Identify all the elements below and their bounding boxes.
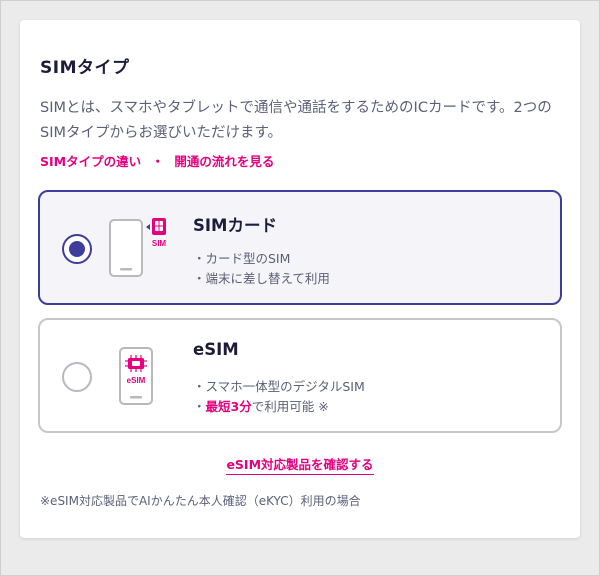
option-feature: ・スマホ一体型のデジタルSIM (193, 379, 365, 394)
esim-phone-icon: eSIM (119, 347, 153, 405)
sim-difference-link[interactable]: SIMタイプの違い (40, 154, 141, 169)
esim-icon-label: eSIM (127, 376, 146, 385)
sim-card-radio[interactable] (62, 234, 92, 264)
option-name: eSIM (193, 340, 239, 359)
option-feature: ・端末に差し替えて利用 (193, 271, 330, 286)
feature-bullet: ・ (193, 399, 206, 414)
esim-compatible-devices-link[interactable]: eSIM対応製品を確認する (226, 457, 374, 475)
sim-type-card: SIMタイプ SIMとは、スマホやタブレットで通信や通話をするためのICカードで… (20, 20, 580, 538)
option-feature-quick: ・最短3分で利用可能 ※ (193, 396, 329, 415)
activation-flow-link[interactable]: 開通の流れを見る (174, 154, 274, 169)
option-sim-card[interactable]: SIM SIMカード ・カード型のSIM ・端末に差し替えて利用 (38, 190, 562, 305)
sim-card-icon: SIM (109, 218, 167, 277)
info-links: SIMタイプの違い ・ 開通の流れを見る (40, 151, 274, 170)
option-esim[interactable]: eSIM eSIM ・スマホ一体型のデジタルSIM ・最短3分で利用可能 ※ (38, 318, 562, 433)
footnote: ※eSIM対応製品でAIかんたん本人確認（eKYC）利用の場合 (40, 494, 361, 508)
section-title: SIMタイプ (40, 58, 130, 78)
option-name: SIMカード (193, 216, 277, 235)
sim-icon-label: SIM (152, 239, 167, 248)
feature-suffix: で利用可能 ※ (251, 399, 329, 414)
link-separator: ・ (151, 154, 164, 169)
option-feature: ・カード型のSIM (193, 251, 291, 266)
confirm-link-row: eSIM対応製品を確認する (20, 454, 580, 475)
section-description: SIMとは、スマホやタブレットで通信や通話をするためのICカードです。2つのSI… (40, 100, 552, 141)
radio-selected-dot (69, 241, 85, 257)
esim-radio[interactable] (62, 362, 92, 392)
shortest-time-highlight: 最短3分 (205, 399, 252, 414)
